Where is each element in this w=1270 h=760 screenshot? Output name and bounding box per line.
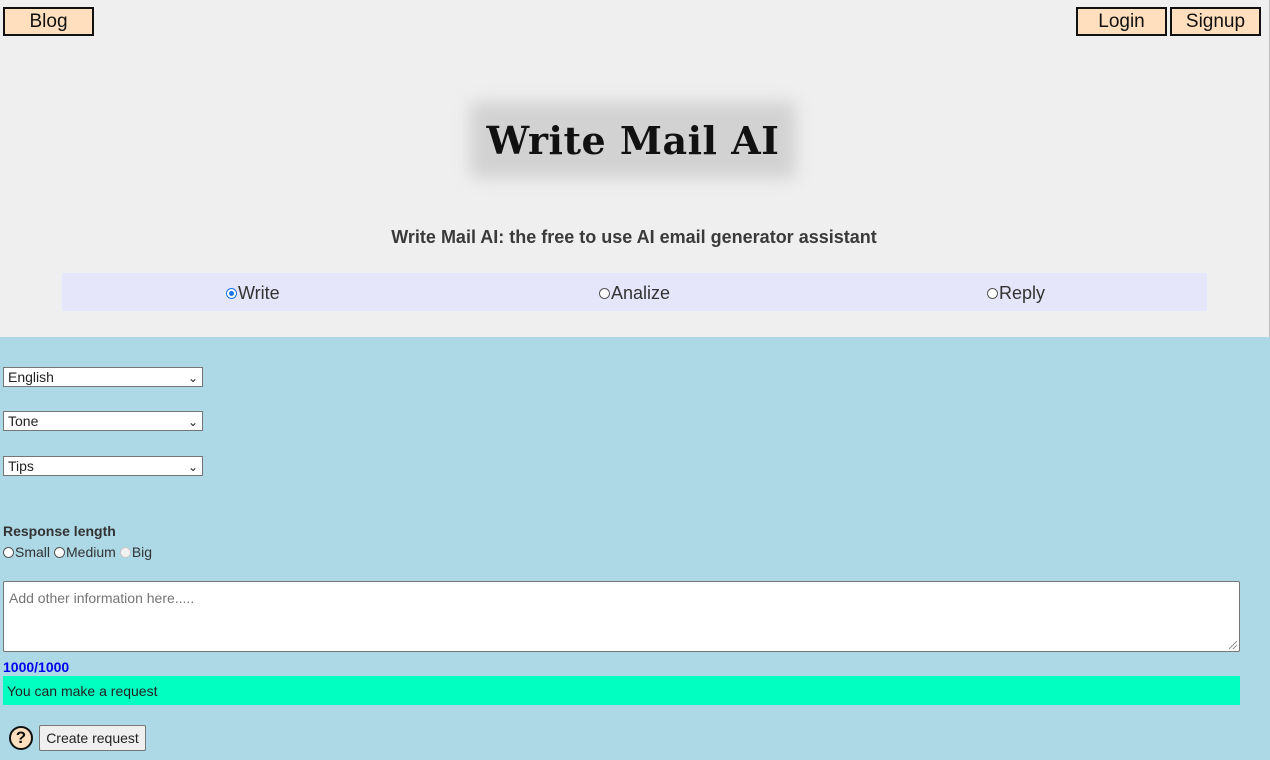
blog-button[interactable]: Blog [3,7,94,36]
tips-select-value: Tips [8,458,34,474]
language-select[interactable]: English ⌄ [3,367,203,387]
header-section: Blog Login Signup Write Mail AI Write Ma… [0,0,1270,337]
response-medium[interactable]: Medium [54,544,116,560]
mode-reply[interactable]: Reply [987,283,1045,304]
mode-write-radio[interactable] [226,288,237,299]
create-request-button[interactable]: Create request [39,725,146,751]
logo: Write Mail AI [458,92,808,188]
status-message: You can make a request [3,676,1240,705]
response-length-options: Small Medium Big [3,544,156,560]
logo-text: Write Mail AI [486,117,780,163]
chevron-down-icon: ⌄ [187,460,198,474]
login-button[interactable]: Login [1076,7,1167,36]
mode-selector: Write Analize Reply [62,273,1207,311]
response-small-label: Small [15,544,51,560]
tone-select[interactable]: Tone ⌄ [3,411,203,431]
additional-info-textarea[interactable]: Add other information here..... [3,581,1240,652]
mode-analize-radio[interactable] [599,288,610,299]
response-big: Big [119,544,153,560]
chevron-down-icon: ⌄ [187,371,198,385]
response-length-label: Response length [3,523,116,539]
mode-write[interactable]: Write [226,283,280,304]
language-select-value: English [8,369,54,385]
mode-analize[interactable]: Analize [599,283,670,304]
response-small-radio[interactable] [3,546,14,558]
textarea-placeholder: Add other information here..... [9,590,195,606]
response-small[interactable]: Small [3,544,50,560]
page-subtitle: Write Mail AI: the free to use AI email … [391,227,877,247]
mode-reply-label: Reply [999,283,1046,303]
tips-select[interactable]: Tips ⌄ [3,456,203,476]
char-counter: 1000/1000 [3,659,70,675]
mode-reply-radio[interactable] [987,288,998,299]
mode-analize-label: Analize [611,283,671,303]
signup-button[interactable]: Signup [1170,7,1261,36]
tone-select-value: Tone [8,413,39,429]
response-medium-label: Medium [66,544,116,560]
response-big-radio [119,546,131,558]
chevron-down-icon: ⌄ [187,415,198,429]
response-medium-radio[interactable] [54,546,66,558]
form-section: English ⌄ Tone ⌄ Tips ⌄ Response length … [0,337,1270,760]
help-icon[interactable]: ? [9,726,33,750]
mode-write-label: Write [238,283,280,303]
response-big-label: Big [131,544,153,560]
resize-handle-icon[interactable] [1229,641,1237,649]
